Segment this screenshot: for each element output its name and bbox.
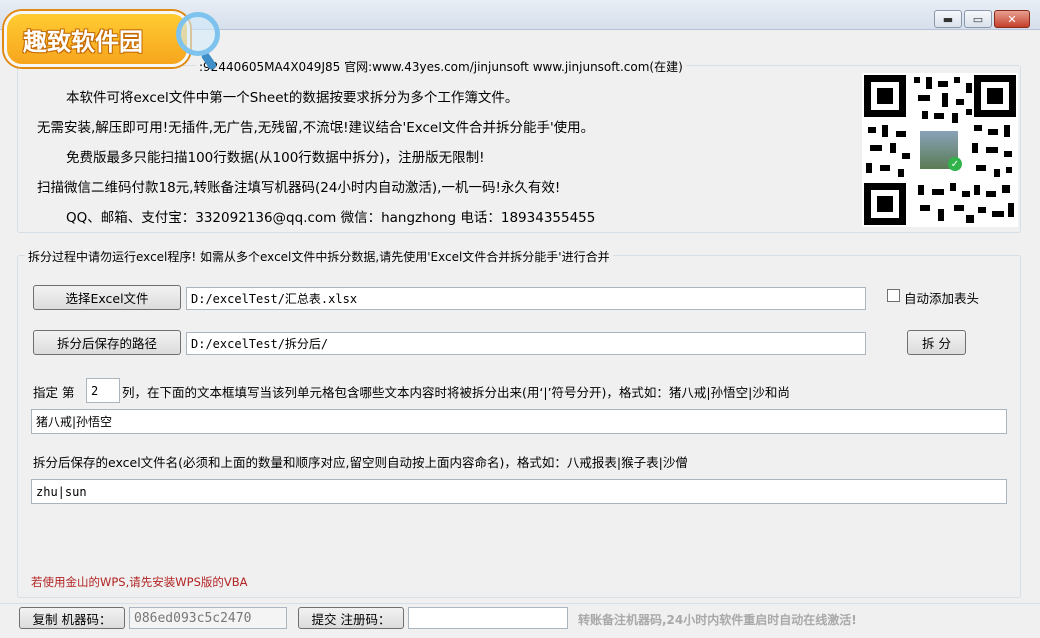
close-icon: ✕ bbox=[1007, 12, 1017, 26]
reg-code-input[interactable] bbox=[408, 607, 568, 629]
wechat-qr-code: ✓ bbox=[862, 73, 1018, 227]
machine-code-field[interactable]: 086ed093c5c2470 bbox=[129, 607, 287, 629]
filenames-input[interactable]: zhu|sun bbox=[31, 479, 1007, 504]
split-legend: 拆分过程中请勿运行excel程序! 如需从多个excel文件中拆分数据,请先使用… bbox=[25, 248, 613, 265]
split-button[interactable]: 拆 分 bbox=[907, 330, 966, 355]
auto-header-checkbox[interactable] bbox=[887, 289, 900, 302]
maximize-icon: ▭ bbox=[972, 12, 984, 26]
filenames-label: 拆分后保存的excel文件名(必须和上面的数量和顺序对应,留空则自动按上面内容命… bbox=[33, 455, 688, 470]
qr-finder-top-right bbox=[974, 75, 1016, 117]
auto-header-label: 自动添加表头 bbox=[904, 291, 980, 306]
copy-machine-code-button[interactable]: 复制 机器码： bbox=[19, 607, 125, 629]
minimize-icon: ▬ bbox=[942, 12, 954, 26]
site-logo: 趣致软件园 bbox=[4, 11, 190, 67]
minimize-button[interactable]: ▬ bbox=[934, 10, 962, 28]
qr-finder-bottom-left bbox=[864, 183, 906, 225]
magnifier-icon bbox=[176, 12, 220, 56]
file-path-input[interactable]: D:/excelTest/汇总表.xlsx bbox=[186, 287, 866, 310]
info-line-4: 扫描微信二维码付款18元,转账备注填写机器码(24小时内自动激活),一机一码!永… bbox=[37, 180, 561, 196]
save-path-button[interactable]: 拆分后保存的路径 bbox=[33, 330, 181, 355]
select-excel-button[interactable]: 选择Excel文件 bbox=[33, 285, 181, 310]
info-line-1: 本软件可将excel文件中第一个Sheet的数据按要求拆分为多个工作簿文件。 bbox=[66, 90, 519, 106]
maximize-button[interactable]: ▭ bbox=[964, 10, 992, 28]
info-line-2: 无需安装,解压即可用!无插件,无广告,无残留,不流氓!建议结合'Excel文件合… bbox=[37, 120, 595, 136]
column-number-input[interactable]: 2 bbox=[86, 378, 120, 403]
column-suffix-label: 列，在下面的文本框填写当该列单元格包含哪些文本内容时将被拆分出来(用‘|’符号分… bbox=[122, 385, 790, 400]
submit-reg-code-button[interactable]: 提交 注册码： bbox=[298, 607, 404, 629]
activation-note: 转账备注机器码,24小时内软件重启时自动在线激活! bbox=[578, 613, 857, 627]
qr-finder-top-left bbox=[864, 75, 906, 117]
logo-text: 趣致软件园 bbox=[23, 27, 143, 56]
column-prefix-label: 指定 第 bbox=[33, 385, 75, 400]
check-icon: ✓ bbox=[948, 157, 962, 171]
close-button[interactable]: ✕ bbox=[994, 10, 1030, 28]
info-line-3: 免费版最多只能扫描100行数据(从100行数据中拆分)，注册版无限制! bbox=[66, 150, 485, 166]
info-legend: :92440605MA4X049J85 官网:www.43yes.com/jin… bbox=[196, 58, 686, 75]
info-line-5: QQ、邮箱、支付宝：332092136@qq.com 微信：hangzhong … bbox=[66, 210, 596, 226]
save-path-input[interactable]: D:/excelTest/拆分后/ bbox=[186, 332, 866, 355]
keywords-input[interactable]: 猪八戒|孙悟空 bbox=[31, 409, 1007, 434]
wps-warning: 若使用金山的WPS,请先安装WPS版的VBA bbox=[31, 575, 248, 589]
